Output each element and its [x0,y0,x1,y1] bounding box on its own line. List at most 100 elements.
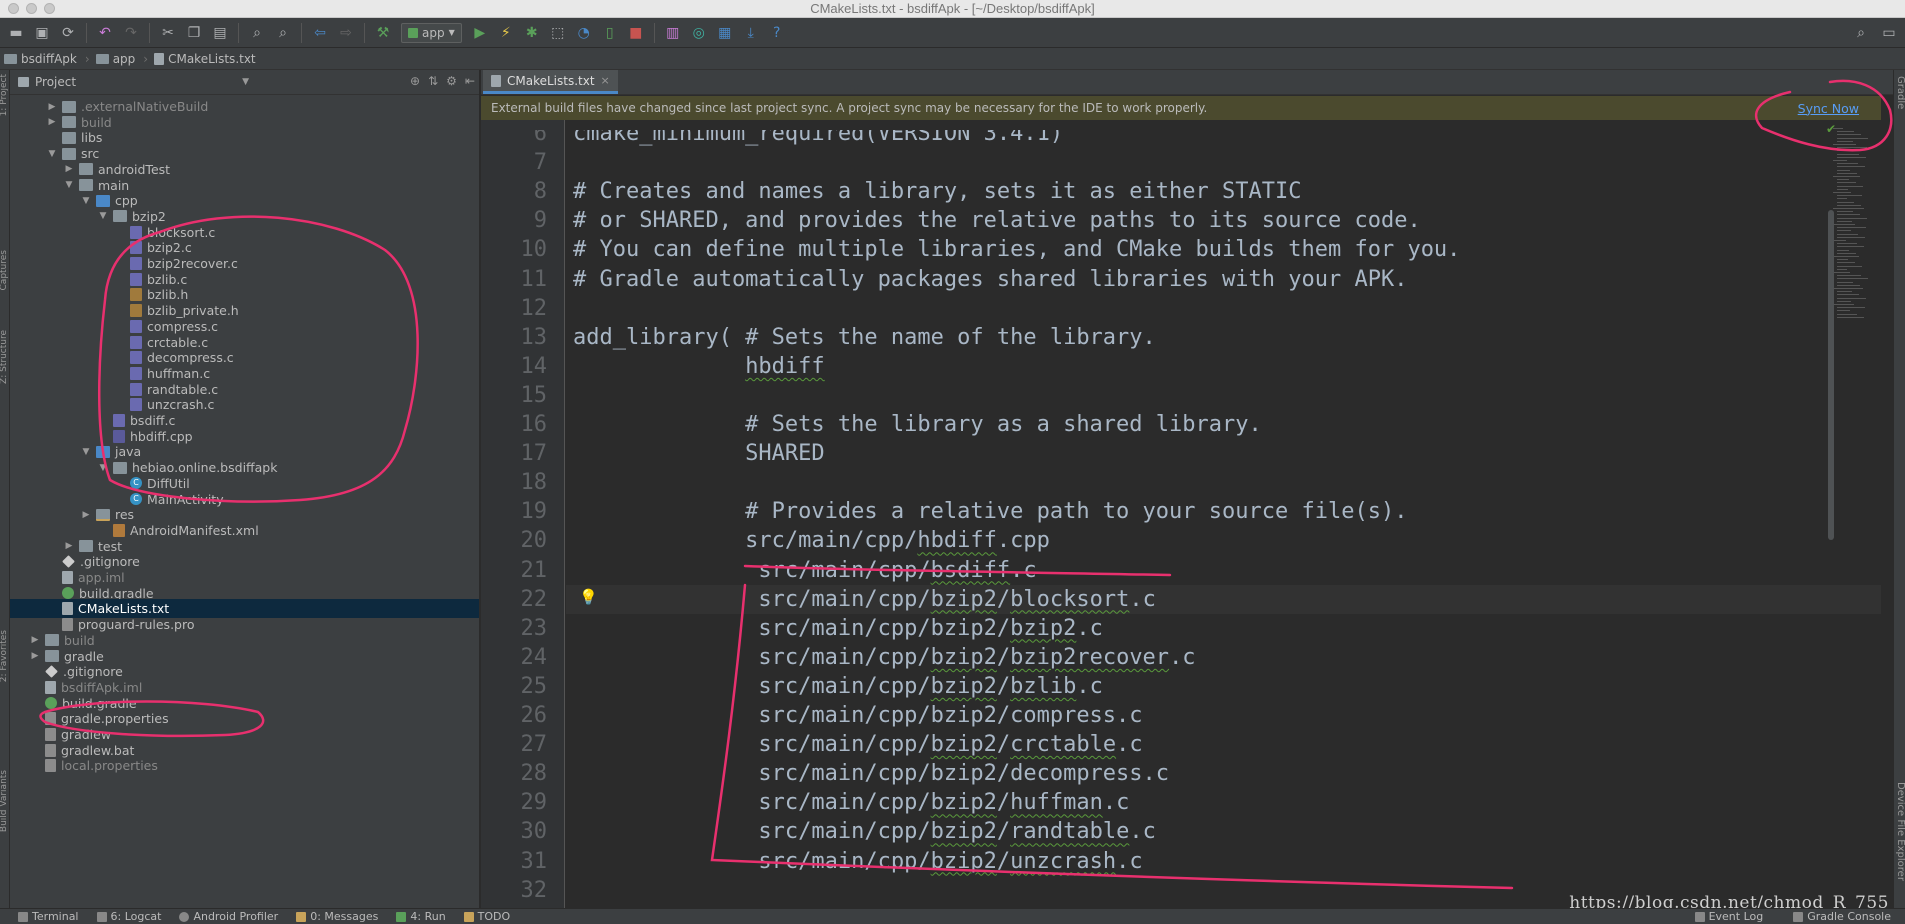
code-line[interactable]: # Sets the library as a shared library. [573,410,1262,439]
code-line[interactable]: # Gradle automatically packages shared l… [573,265,1407,294]
code-line[interactable]: SHARED [573,439,825,468]
profile-icon[interactable]: ◔ [572,21,596,45]
help-icon[interactable]: ? [765,21,789,45]
code-line[interactable]: src/main/cpp/bzip2/decompress.c [573,759,1169,788]
make-project-icon[interactable]: ⚒ [371,21,395,45]
folder-icon [4,53,17,64]
paste-icon[interactable]: ▤ [208,21,232,45]
tab-cmakelists[interactable]: CMakeLists.txt × [483,70,618,94]
chevron-down-icon[interactable]: ▼ [242,77,249,87]
replace-icon[interactable]: ⌕ [271,21,295,45]
expanded-arrow-icon[interactable]: ▼ [97,463,109,473]
sdk-manager-icon[interactable]: ⤓ [739,21,763,45]
minimap-mark [1837,227,1866,229]
debug-icon[interactable]: ✱ [520,21,544,45]
attach-debugger-icon[interactable]: ⬚ [546,21,570,45]
code-line[interactable]: src/main/cpp/bzip2/compress.c [573,701,1142,730]
minimap-mark [1837,131,1854,133]
collapsed-arrow-icon[interactable]: ▶ [29,635,41,645]
toolbar-separator [86,22,87,43]
breadcrumb-item-project[interactable]: bsdiffApk › [4,52,96,66]
collapsed-arrow-icon[interactable]: ▶ [63,164,75,174]
apply-changes-icon[interactable]: ⚡ [494,21,518,45]
expanded-arrow-icon[interactable]: ▼ [46,149,58,159]
code-line[interactable]: src/main/cpp/bzip2/bzip2recover.c [573,643,1195,672]
collapsed-arrow-icon[interactable]: ▶ [46,117,58,127]
terminal-tool-button[interactable]: Terminal [18,910,79,923]
minimap-mark [1837,185,1863,187]
forward-icon[interactable]: ⇨ [334,21,358,45]
collapsed-arrow-icon[interactable]: ▶ [80,510,92,520]
code-line[interactable]: src/main/cpp/bzip2/bzlib.c [573,672,1102,701]
find-icon[interactable]: ⌕ [245,21,269,45]
minimap-mark [1837,252,1856,254]
gear-icon[interactable]: ⚙ [446,74,457,88]
run-tool-button[interactable]: 4: Run [396,910,446,923]
android-profiler-tool-button[interactable]: Android Profiler [179,910,278,923]
line-number: 12 [520,295,548,321]
code-line[interactable]: hbdiff [573,352,824,381]
close-icon[interactable]: × [601,74,610,87]
code-line[interactable]: src/main/cpp/bzip2/crctable.c [573,730,1142,759]
event-log-tool-button[interactable]: Event Log [1694,910,1763,923]
cut-icon[interactable]: ✂ [156,21,180,45]
code-line[interactable]: src/main/cpp/bzip2/unzcrash.c [573,847,1142,876]
gradle-sync-icon[interactable]: ◎ [687,21,711,45]
code-line[interactable]: # Provides a relative path to your sourc… [573,497,1407,526]
collapsed-arrow-icon[interactable]: ▶ [46,102,58,112]
todo-tool-button[interactable]: TODO [463,910,510,923]
code-line[interactable]: src/main/cpp/bzip2/bzip2.c [573,614,1102,643]
messages-tool-button[interactable]: 0: Messages [296,910,378,923]
code-line[interactable]: cmake_minimum_required(VERSION 3.4.1) [573,130,1063,148]
sync-icon[interactable]: ⟳ [56,21,80,45]
copy-icon[interactable]: ❐ [182,21,206,45]
code-line[interactable]: src/main/cpp/bzip2/randtable.c [573,817,1155,846]
run-configuration-select[interactable]: app ▼ [401,22,462,43]
device-file-explorer-tool-button[interactable]: Device File Explorer [1894,782,1905,881]
avd-manager-icon[interactable]: ▥ [661,21,685,45]
breadcrumb-item-module[interactable]: app › [95,52,154,66]
back-icon[interactable]: ⇦ [308,21,332,45]
expanded-arrow-icon[interactable]: ▼ [97,211,109,221]
line-number: 28 [520,761,548,787]
redo-icon[interactable]: ↷ [119,21,143,45]
layout-icon[interactable]: ▭ [1877,21,1901,45]
expanded-arrow-icon[interactable]: ▼ [63,180,75,190]
logcat-tool-button[interactable]: 6: Logcat [96,910,161,923]
collapse-all-icon[interactable]: ⇅ [428,74,438,88]
error-stripe[interactable] [1833,120,1873,908]
toolbar-separator [149,22,150,43]
collapsed-arrow-icon[interactable]: ▶ [63,541,75,551]
gradle-console-tool-button[interactable]: Gradle Console [1793,910,1891,923]
code-line[interactable]: src/main/cpp/bzip2/huffman.c [573,788,1129,817]
expanded-arrow-icon[interactable]: ▼ [80,447,92,457]
code-line[interactable]: # You can define multiple libraries, and… [573,235,1460,264]
scroll-from-source-icon[interactable]: ⊕ [410,74,420,88]
code-line[interactable]: src/main/cpp/bzip2/blocksort.c [573,585,1155,614]
run-icon[interactable]: ▶ [468,21,492,45]
gradle-tool-button[interactable]: Gradle [1894,76,1905,109]
code-line[interactable]: add_library( # Sets the name of the libr… [573,323,1156,352]
undo-icon[interactable]: ↶ [93,21,117,45]
code-line[interactable]: # Creates and names a library, sets it a… [573,177,1301,206]
code-line[interactable]: # or SHARED, and provides the relative p… [573,206,1421,235]
stop-icon[interactable]: ■ [624,21,648,45]
tree-item[interactable]: local.properties [10,756,479,775]
sync-now-link[interactable]: Sync Now [1798,101,1859,116]
minimap-mark [1833,176,1860,177]
save-all-icon[interactable]: ▣ [30,21,54,45]
search-everywhere-icon[interactable]: ⌕ [1849,21,1873,45]
code-line[interactable]: src/main/cpp/hbdiff.cpp [573,526,1050,555]
vertical-scrollbar[interactable] [1828,210,1834,540]
minimap-mark [1837,230,1851,232]
project-view-select[interactable]: Project [35,75,76,89]
code-line[interactable]: src/main/cpp/bsdiff.c [573,556,1036,585]
open-folder-icon[interactable]: ▬ [4,21,28,45]
collapsed-arrow-icon[interactable]: ▶ [29,651,41,661]
coverage-icon[interactable]: ▯ [598,21,622,45]
project-panel-tools: ⊕ ⇅ ⚙ ⇤ [410,74,475,88]
hide-panel-icon[interactable]: ⇤ [465,74,475,88]
breadcrumb-item-file[interactable]: CMakeLists.txt [154,52,262,66]
expanded-arrow-icon[interactable]: ▼ [80,196,92,206]
project-structure-icon[interactable]: ▦ [713,21,737,45]
